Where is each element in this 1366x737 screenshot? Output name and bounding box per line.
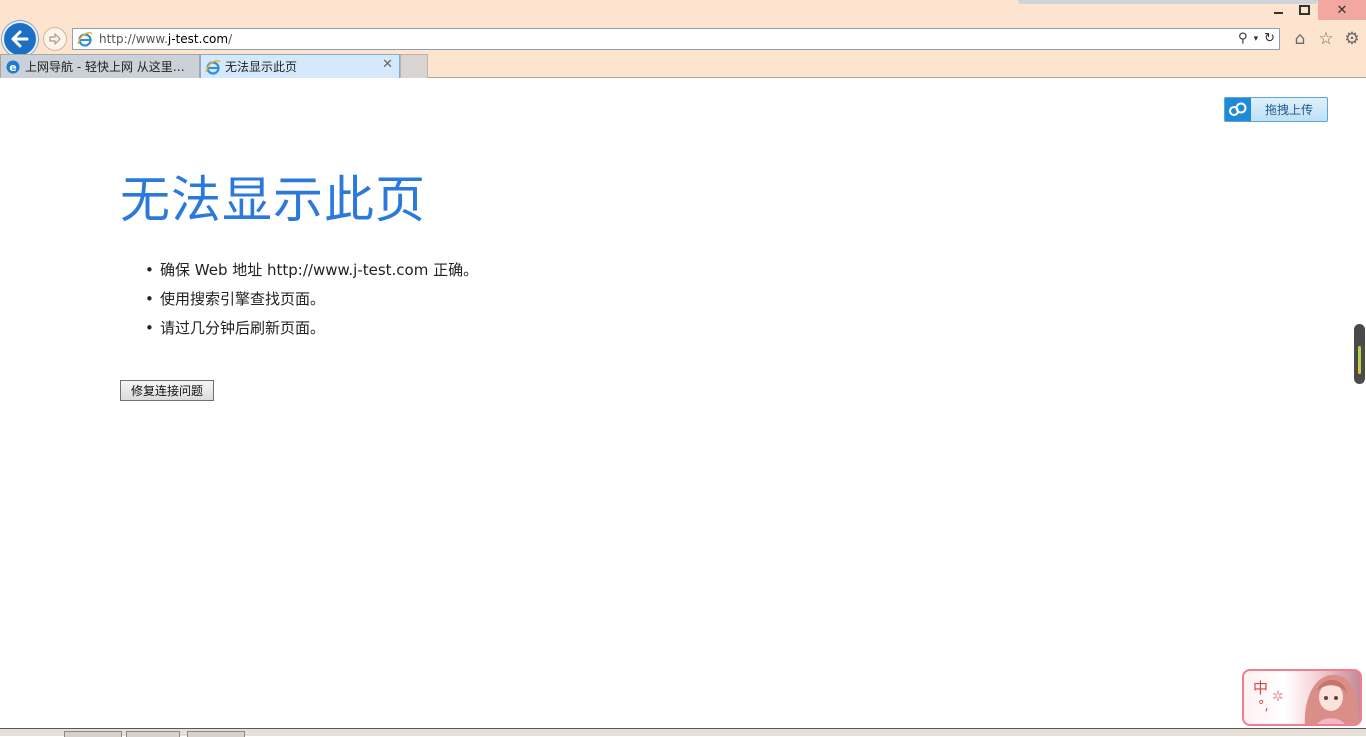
maximize-button[interactable] bbox=[1292, 0, 1316, 20]
list-item: 请过几分钟后刷新页面。 bbox=[145, 316, 478, 345]
address-tools: ⚲ ▾ ↻ bbox=[1238, 29, 1275, 49]
ime-punct-label[interactable]: °, bbox=[1258, 699, 1269, 714]
taskbar-item[interactable] bbox=[187, 731, 245, 737]
page-title: 无法显示此页 bbox=[120, 171, 426, 229]
ime-mode-label[interactable]: 中 bbox=[1253, 677, 1268, 698]
new-tab-button[interactable] bbox=[400, 54, 428, 78]
taskbar bbox=[0, 728, 1366, 737]
ie-e-icon: e bbox=[6, 60, 20, 74]
fix-connection-button[interactable]: 修复连接问题 bbox=[120, 380, 214, 401]
upload-label: 拖拽上传 bbox=[1264, 103, 1313, 117]
refresh-icon[interactable]: ↻ bbox=[1264, 29, 1275, 49]
ie-favicon bbox=[77, 32, 93, 47]
ime-status-widget[interactable]: 中 °, ✲ bbox=[1242, 669, 1362, 726]
home-icon[interactable]: ⌂ bbox=[1290, 29, 1310, 49]
tab-strip: e 上网导航 - 轻快上网 从这里开始 无法显示此页 ✕ bbox=[0, 54, 428, 78]
ime-gear-icon[interactable]: ✲ bbox=[1272, 689, 1284, 705]
cloud-upload-icon bbox=[1225, 98, 1251, 121]
side-scroll-handle[interactable] bbox=[1354, 324, 1365, 384]
list-item: 使用搜索引擎查找页面。 bbox=[145, 287, 478, 316]
tab-label: 无法显示此页 bbox=[225, 60, 298, 74]
minimize-button[interactable] bbox=[1266, 0, 1290, 20]
svg-text:e: e bbox=[9, 61, 16, 74]
address-url: http://www.j-test.com/ bbox=[99, 32, 233, 46]
favorites-star-icon[interactable]: ☆ bbox=[1316, 29, 1336, 49]
settings-gear-icon[interactable]: ⚙ bbox=[1342, 29, 1362, 49]
anime-character-icon bbox=[1304, 674, 1360, 724]
back-button[interactable] bbox=[2, 21, 38, 57]
list-item: 确保 Web 地址 http://www.j-test.com 正确。 bbox=[145, 258, 478, 287]
command-icons: ⌂ ☆ ⚙ bbox=[1290, 28, 1362, 50]
taskbar-item[interactable] bbox=[126, 731, 180, 737]
close-tab-icon[interactable]: ✕ bbox=[382, 57, 393, 72]
dropdown-icon[interactable]: ▾ bbox=[1254, 29, 1259, 49]
forward-button[interactable] bbox=[43, 27, 67, 51]
close-window-button[interactable]: ✕ bbox=[1318, 0, 1366, 20]
browser-chrome: ✕ http://www.j-test.com/ ⚲ ▾ ↻ ⌂ ☆ ⚙ e 上… bbox=[0, 0, 1366, 78]
back-arrow-icon bbox=[11, 30, 29, 48]
address-bar[interactable]: http://www.j-test.com/ ⚲ ▾ ↻ bbox=[72, 28, 1280, 50]
forward-arrow-icon bbox=[49, 33, 61, 45]
tab-error-page[interactable]: 无法显示此页 ✕ bbox=[200, 54, 400, 78]
search-icon[interactable]: ⚲ bbox=[1238, 29, 1248, 49]
ie-favicon bbox=[205, 59, 221, 75]
tab-label: 上网导航 - 轻快上网 从这里开始 bbox=[25, 60, 195, 74]
tab-navigation[interactable]: e 上网导航 - 轻快上网 从这里开始 bbox=[0, 54, 200, 78]
tips-list: 确保 Web 地址 http://www.j-test.com 正确。 使用搜索… bbox=[145, 258, 478, 345]
drag-upload-button[interactable]: 拖拽上传 bbox=[1224, 97, 1328, 122]
taskbar-item[interactable] bbox=[64, 731, 122, 737]
